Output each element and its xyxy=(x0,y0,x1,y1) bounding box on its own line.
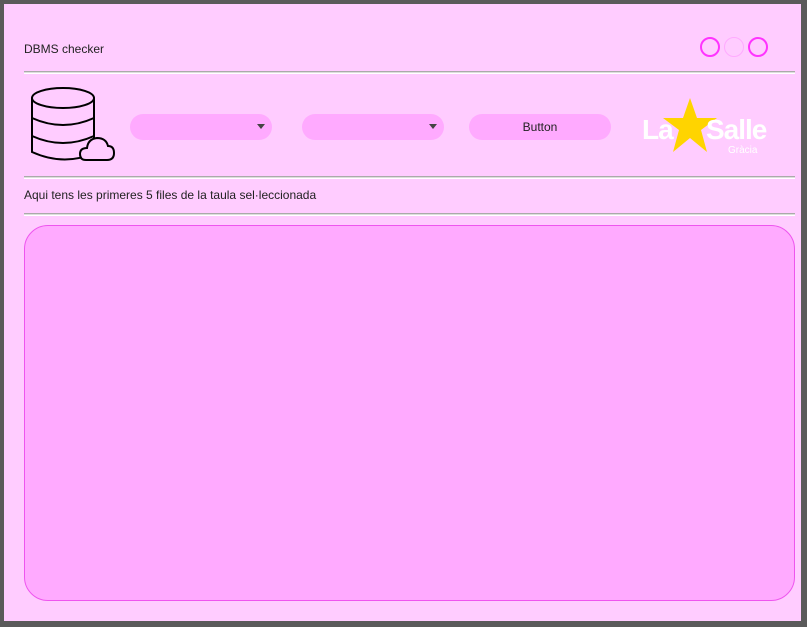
separator-middle xyxy=(24,176,795,179)
window-title: DBMS checker xyxy=(24,42,105,56)
separator-top xyxy=(24,71,795,74)
close-button[interactable] xyxy=(748,37,768,57)
logo-text-salle: Salle xyxy=(706,114,767,145)
action-button[interactable]: Button xyxy=(469,114,611,140)
logo-subtext: Gràcia xyxy=(728,145,758,156)
minimize-button[interactable] xyxy=(700,37,720,57)
separator-bottom xyxy=(24,213,795,216)
logo-text-la: La xyxy=(642,114,674,145)
table-select-combo-2[interactable] xyxy=(302,114,444,140)
chevron-down-icon xyxy=(257,124,265,129)
table-select-combo-1[interactable] xyxy=(130,114,272,140)
maximize-button[interactable] xyxy=(724,37,744,57)
database-cloud-icon xyxy=(30,84,116,174)
chevron-down-icon xyxy=(429,124,437,129)
la-salle-logo: La Salle Gràcia xyxy=(640,96,780,162)
table-caption: Aqui tens les primeres 5 files de la tau… xyxy=(24,188,317,202)
data-table-view[interactable] xyxy=(24,225,795,601)
main-window: DBMS checker Button La Salle Gràcia Aqui… xyxy=(4,4,801,621)
